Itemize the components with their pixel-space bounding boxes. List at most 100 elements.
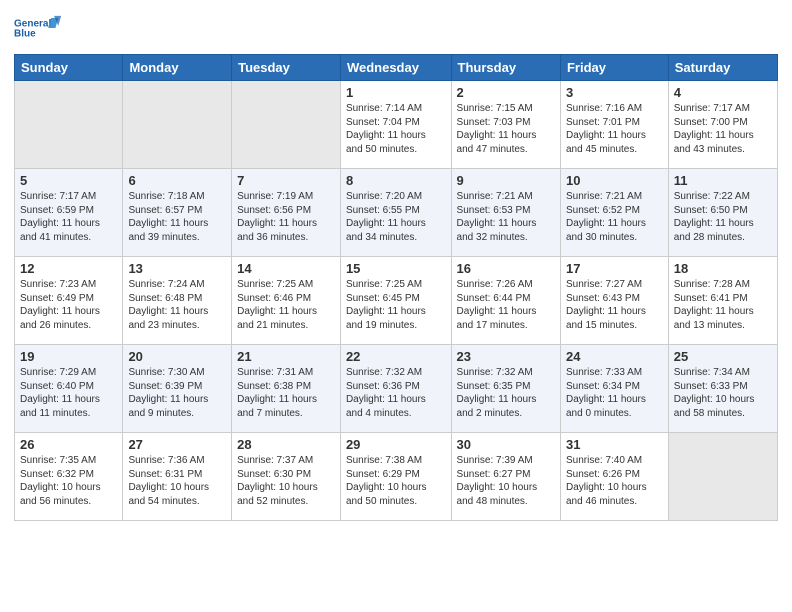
calendar: SundayMondayTuesdayWednesdayThursdayFrid… — [14, 54, 778, 521]
calendar-cell-w2-d5: 9 Sunrise: 7:21 AM Sunset: 6:53 PM Daylig… — [451, 169, 560, 257]
day-info: Sunrise: 7:32 AM Sunset: 6:35 PM Dayligh… — [457, 366, 555, 420]
page: General Blue SundayMondayTuesdayWednesda… — [0, 0, 792, 612]
calendar-cell-w5-d5: 30 Sunrise: 7:39 AM Sunset: 6:27 PM Dayli… — [451, 433, 560, 521]
day-number: 6 — [128, 173, 226, 188]
day-number: 11 — [674, 173, 772, 188]
day-number: 26 — [20, 437, 117, 452]
day-info: Sunrise: 7:32 AM Sunset: 6:36 PM Dayligh… — [346, 366, 446, 420]
day-number: 14 — [237, 261, 335, 276]
day-number: 1 — [346, 85, 446, 100]
day-info: Sunrise: 7:34 AM Sunset: 6:33 PM Dayligh… — [674, 366, 772, 420]
day-info: Sunrise: 7:22 AM Sunset: 6:50 PM Dayligh… — [674, 190, 772, 244]
day-info: Sunrise: 7:25 AM Sunset: 6:46 PM Dayligh… — [237, 278, 335, 332]
calendar-cell-w1-d3 — [232, 81, 341, 169]
logo: General Blue — [14, 10, 64, 46]
day-number: 29 — [346, 437, 446, 452]
day-number: 12 — [20, 261, 117, 276]
day-number: 20 — [128, 349, 226, 364]
calendar-cell-w2-d7: 11 Sunrise: 7:22 AM Sunset: 6:50 PM Dayli… — [668, 169, 777, 257]
day-info: Sunrise: 7:33 AM Sunset: 6:34 PM Dayligh… — [566, 366, 663, 420]
day-info: Sunrise: 7:40 AM Sunset: 6:26 PM Dayligh… — [566, 454, 663, 508]
header-saturday: Saturday — [668, 55, 777, 81]
day-number: 22 — [346, 349, 446, 364]
week-row-1: 1Sunrise: 7:14 AM Sunset: 7:04 PM Daylig… — [15, 81, 778, 169]
calendar-header-row: SundayMondayTuesdayWednesdayThursdayFrid… — [15, 55, 778, 81]
day-number: 31 — [566, 437, 663, 452]
day-number: 23 — [457, 349, 555, 364]
day-number: 7 — [237, 173, 335, 188]
day-info: Sunrise: 7:19 AM Sunset: 6:56 PM Dayligh… — [237, 190, 335, 244]
day-info: Sunrise: 7:36 AM Sunset: 6:31 PM Dayligh… — [128, 454, 226, 508]
calendar-cell-w3-d3: 14 Sunrise: 7:25 AM Sunset: 6:46 PM Dayli… — [232, 257, 341, 345]
calendar-cell-w1-d5: 2Sunrise: 7:15 AM Sunset: 7:03 PM Daylig… — [451, 81, 560, 169]
calendar-cell-w5-d6: 31 Sunrise: 7:40 AM Sunset: 6:26 PM Dayli… — [560, 433, 668, 521]
week-row-5: 26Sunrise: 7:35 AM Sunset: 6:32 PM Dayli… — [15, 433, 778, 521]
day-number: 21 — [237, 349, 335, 364]
week-row-3: 12 Sunrise: 7:23 AM Sunset: 6:49 PM Dayli… — [15, 257, 778, 345]
header-friday: Friday — [560, 55, 668, 81]
day-number: 25 — [674, 349, 772, 364]
day-info: Sunrise: 7:15 AM Sunset: 7:03 PM Dayligh… — [457, 102, 555, 156]
day-info: Sunrise: 7:38 AM Sunset: 6:29 PM Dayligh… — [346, 454, 446, 508]
day-info: Sunrise: 7:23 AM Sunset: 6:49 PM Dayligh… — [20, 278, 117, 332]
calendar-cell-w3-d1: 12 Sunrise: 7:23 AM Sunset: 6:49 PM Dayli… — [15, 257, 123, 345]
day-number: 4 — [674, 85, 772, 100]
calendar-cell-w2-d4: 8Sunrise: 7:20 AM Sunset: 6:55 PM Daylig… — [340, 169, 451, 257]
day-info: Sunrise: 7:30 AM Sunset: 6:39 PM Dayligh… — [128, 366, 226, 420]
header: General Blue — [14, 10, 778, 46]
calendar-cell-w4-d1: 19Sunrise: 7:29 AM Sunset: 6:40 PM Dayli… — [15, 345, 123, 433]
week-row-2: 5 Sunrise: 7:17 AM Sunset: 6:59 PM Daylig… — [15, 169, 778, 257]
day-info: Sunrise: 7:21 AM Sunset: 6:53 PM Dayligh… — [457, 190, 555, 244]
calendar-cell-w4-d2: 20 Sunrise: 7:30 AM Sunset: 6:39 PM Dayli… — [123, 345, 232, 433]
header-thursday: Thursday — [451, 55, 560, 81]
week-row-4: 19Sunrise: 7:29 AM Sunset: 6:40 PM Dayli… — [15, 345, 778, 433]
day-number: 18 — [674, 261, 772, 276]
day-info: Sunrise: 7:17 AM Sunset: 6:59 PM Dayligh… — [20, 190, 117, 244]
day-number: 27 — [128, 437, 226, 452]
day-number: 5 — [20, 173, 117, 188]
calendar-cell-w4-d7: 25 Sunrise: 7:34 AM Sunset: 6:33 PM Dayli… — [668, 345, 777, 433]
day-info: Sunrise: 7:24 AM Sunset: 6:48 PM Dayligh… — [128, 278, 226, 332]
calendar-cell-w3-d2: 13 Sunrise: 7:24 AM Sunset: 6:48 PM Dayli… — [123, 257, 232, 345]
calendar-cell-w1-d1 — [15, 81, 123, 169]
day-info: Sunrise: 7:21 AM Sunset: 6:52 PM Dayligh… — [566, 190, 663, 244]
calendar-cell-w4-d6: 24 Sunrise: 7:33 AM Sunset: 6:34 PM Dayli… — [560, 345, 668, 433]
day-info: Sunrise: 7:37 AM Sunset: 6:30 PM Dayligh… — [237, 454, 335, 508]
svg-text:Blue: Blue — [14, 29, 36, 40]
day-number: 13 — [128, 261, 226, 276]
calendar-cell-w1-d2 — [123, 81, 232, 169]
calendar-cell-w1-d4: 1Sunrise: 7:14 AM Sunset: 7:04 PM Daylig… — [340, 81, 451, 169]
day-info: Sunrise: 7:28 AM Sunset: 6:41 PM Dayligh… — [674, 278, 772, 332]
day-number: 24 — [566, 349, 663, 364]
day-number: 9 — [457, 173, 555, 188]
calendar-cell-w5-d2: 27 Sunrise: 7:36 AM Sunset: 6:31 PM Dayli… — [123, 433, 232, 521]
calendar-cell-w5-d7 — [668, 433, 777, 521]
day-number: 16 — [457, 261, 555, 276]
header-wednesday: Wednesday — [340, 55, 451, 81]
day-number: 30 — [457, 437, 555, 452]
calendar-cell-w5-d1: 26Sunrise: 7:35 AM Sunset: 6:32 PM Dayli… — [15, 433, 123, 521]
day-info: Sunrise: 7:18 AM Sunset: 6:57 PM Dayligh… — [128, 190, 226, 244]
day-number: 8 — [346, 173, 446, 188]
day-number: 3 — [566, 85, 663, 100]
calendar-cell-w4-d4: 22 Sunrise: 7:32 AM Sunset: 6:36 PM Dayli… — [340, 345, 451, 433]
calendar-cell-w5-d4: 29 Sunrise: 7:38 AM Sunset: 6:29 PM Dayli… — [340, 433, 451, 521]
calendar-cell-w2-d1: 5 Sunrise: 7:17 AM Sunset: 6:59 PM Daylig… — [15, 169, 123, 257]
header-tuesday: Tuesday — [232, 55, 341, 81]
day-info: Sunrise: 7:16 AM Sunset: 7:01 PM Dayligh… — [566, 102, 663, 156]
calendar-cell-w3-d7: 18 Sunrise: 7:28 AM Sunset: 6:41 PM Dayli… — [668, 257, 777, 345]
calendar-cell-w5-d3: 28 Sunrise: 7:37 AM Sunset: 6:30 PM Dayli… — [232, 433, 341, 521]
day-info: Sunrise: 7:25 AM Sunset: 6:45 PM Dayligh… — [346, 278, 446, 332]
calendar-cell-w4-d3: 21 Sunrise: 7:31 AM Sunset: 6:38 PM Dayli… — [232, 345, 341, 433]
calendar-cell-w2-d6: 10Sunrise: 7:21 AM Sunset: 6:52 PM Dayli… — [560, 169, 668, 257]
day-info: Sunrise: 7:39 AM Sunset: 6:27 PM Dayligh… — [457, 454, 555, 508]
day-info: Sunrise: 7:17 AM Sunset: 7:00 PM Dayligh… — [674, 102, 772, 156]
day-info: Sunrise: 7:27 AM Sunset: 6:43 PM Dayligh… — [566, 278, 663, 332]
day-info: Sunrise: 7:31 AM Sunset: 6:38 PM Dayligh… — [237, 366, 335, 420]
calendar-cell-w2-d2: 6 Sunrise: 7:18 AM Sunset: 6:57 PM Daylig… — [123, 169, 232, 257]
day-number: 28 — [237, 437, 335, 452]
calendar-cell-w3-d4: 15 Sunrise: 7:25 AM Sunset: 6:45 PM Dayli… — [340, 257, 451, 345]
calendar-cell-w1-d6: 3 Sunrise: 7:16 AM Sunset: 7:01 PM Daylig… — [560, 81, 668, 169]
header-sunday: Sunday — [15, 55, 123, 81]
day-number: 15 — [346, 261, 446, 276]
